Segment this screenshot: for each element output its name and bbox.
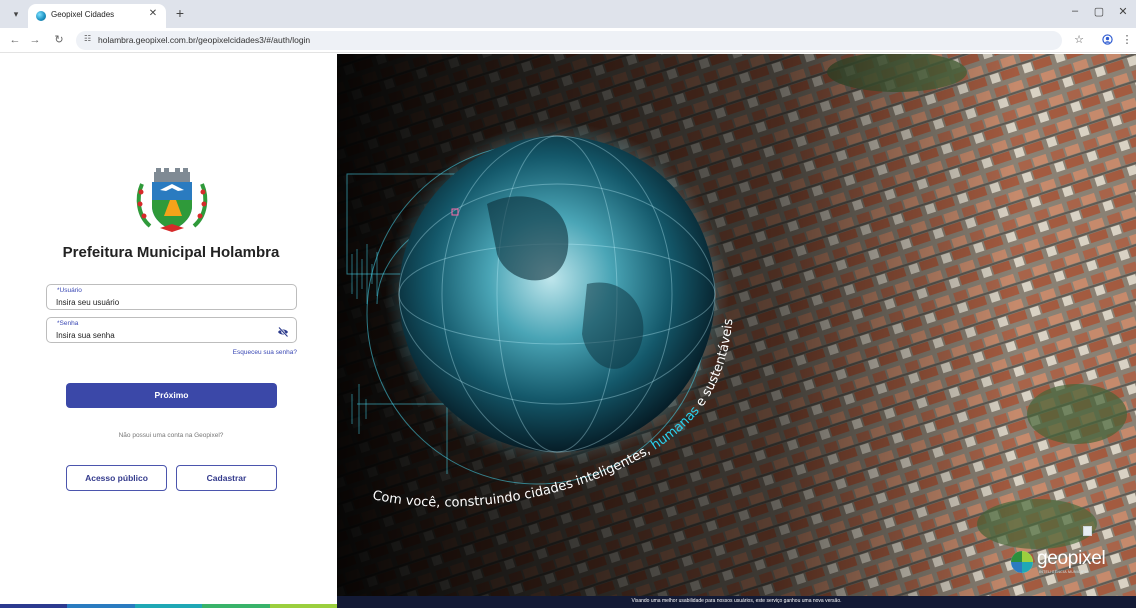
broken-image-icon [1083,526,1092,536]
slogan-text-3: e sustentáveis [691,318,737,413]
version-notice-text[interactable]: Visando uma melhor usabilidade para noss… [337,598,1136,604]
forward-icon[interactable]: → [28,33,42,47]
browser-tab[interactable]: Geopixel Cidades ✕ [28,4,166,28]
username-field[interactable]: *Usuário [46,284,297,310]
no-account-text: Não possui uma conta na Geopixel? [118,432,224,439]
username-label: *Usuário [57,287,82,294]
geopixel-brand: geopixel INTELIGÊNCIA MUNICIPAL [1010,548,1128,576]
login-panel: Prefeitura Municipal Holambra *Usuário *… [0,54,338,608]
tab-title: Geopixel Cidades [51,10,115,19]
brand-tagline: INTELIGÊNCIA MUNICIPAL [1039,570,1090,574]
svg-text:Com você, construindo cidades: Com você, construindo cidades inteligent… [371,318,736,511]
password-input[interactable] [56,329,266,341]
restore-icon[interactable]: ▢ [1090,5,1108,18]
profile-icon[interactable] [1100,34,1114,48]
username-input[interactable] [56,296,266,308]
version-notice-bar: Visando uma melhor usabilidade para noss… [337,596,1136,608]
brand-name: geopixel [1037,548,1106,569]
register-button[interactable]: Cadastrar [176,465,277,491]
tab-favicon-icon [36,11,46,21]
browser-toolbar: ← → ↻ ☷ holambra.geopixel.com.br/geopixe… [0,28,1136,53]
address-bar[interactable]: ☷ holambra.geopixel.com.br/geopixelcidad… [76,31,1062,50]
reload-icon[interactable]: ↻ [52,33,66,47]
slogan-text-2: humanas [648,404,702,454]
city-crest-logo [134,166,210,236]
slogan-text-1: Com você, construindo cidades inteligent… [371,441,657,511]
slogan: Com você, construindo cidades inteligent… [371,318,736,511]
geopixel-logo-icon [1010,550,1034,574]
browser-tab-strip: ▾ Geopixel Cidades ✕ + – ▢ ✕ [0,0,1136,28]
forgot-password-link[interactable]: Esqueceu sua senha? [170,349,297,356]
back-icon[interactable]: ← [8,33,22,47]
password-field[interactable]: *Senha [46,317,297,343]
minimize-icon[interactable]: – [1066,5,1084,17]
next-button[interactable]: Próximo [66,383,277,408]
decorative-color-strip [0,604,338,608]
window-close-icon[interactable]: ✕ [1114,5,1132,18]
public-access-button[interactable]: Acesso público [66,465,167,491]
eye-off-icon[interactable] [277,325,289,338]
organization-title: Prefeitura Municipal Holambra [62,244,280,261]
bookmark-star-icon[interactable]: ☆ [1072,34,1086,46]
more-menu-icon[interactable]: ⋮ [1120,34,1134,46]
tune-icon[interactable]: ☷ [84,34,91,43]
tab-search-icon[interactable]: ▾ [8,6,24,22]
tab-close-icon[interactable]: ✕ [146,8,160,19]
url-text[interactable]: holambra.geopixel.com.br/geopixelcidades… [98,35,310,45]
new-tab-icon[interactable]: + [172,5,188,21]
password-label: *Senha [57,320,79,327]
hero-image: Com você, construindo cidades inteligent… [337,54,1136,596]
